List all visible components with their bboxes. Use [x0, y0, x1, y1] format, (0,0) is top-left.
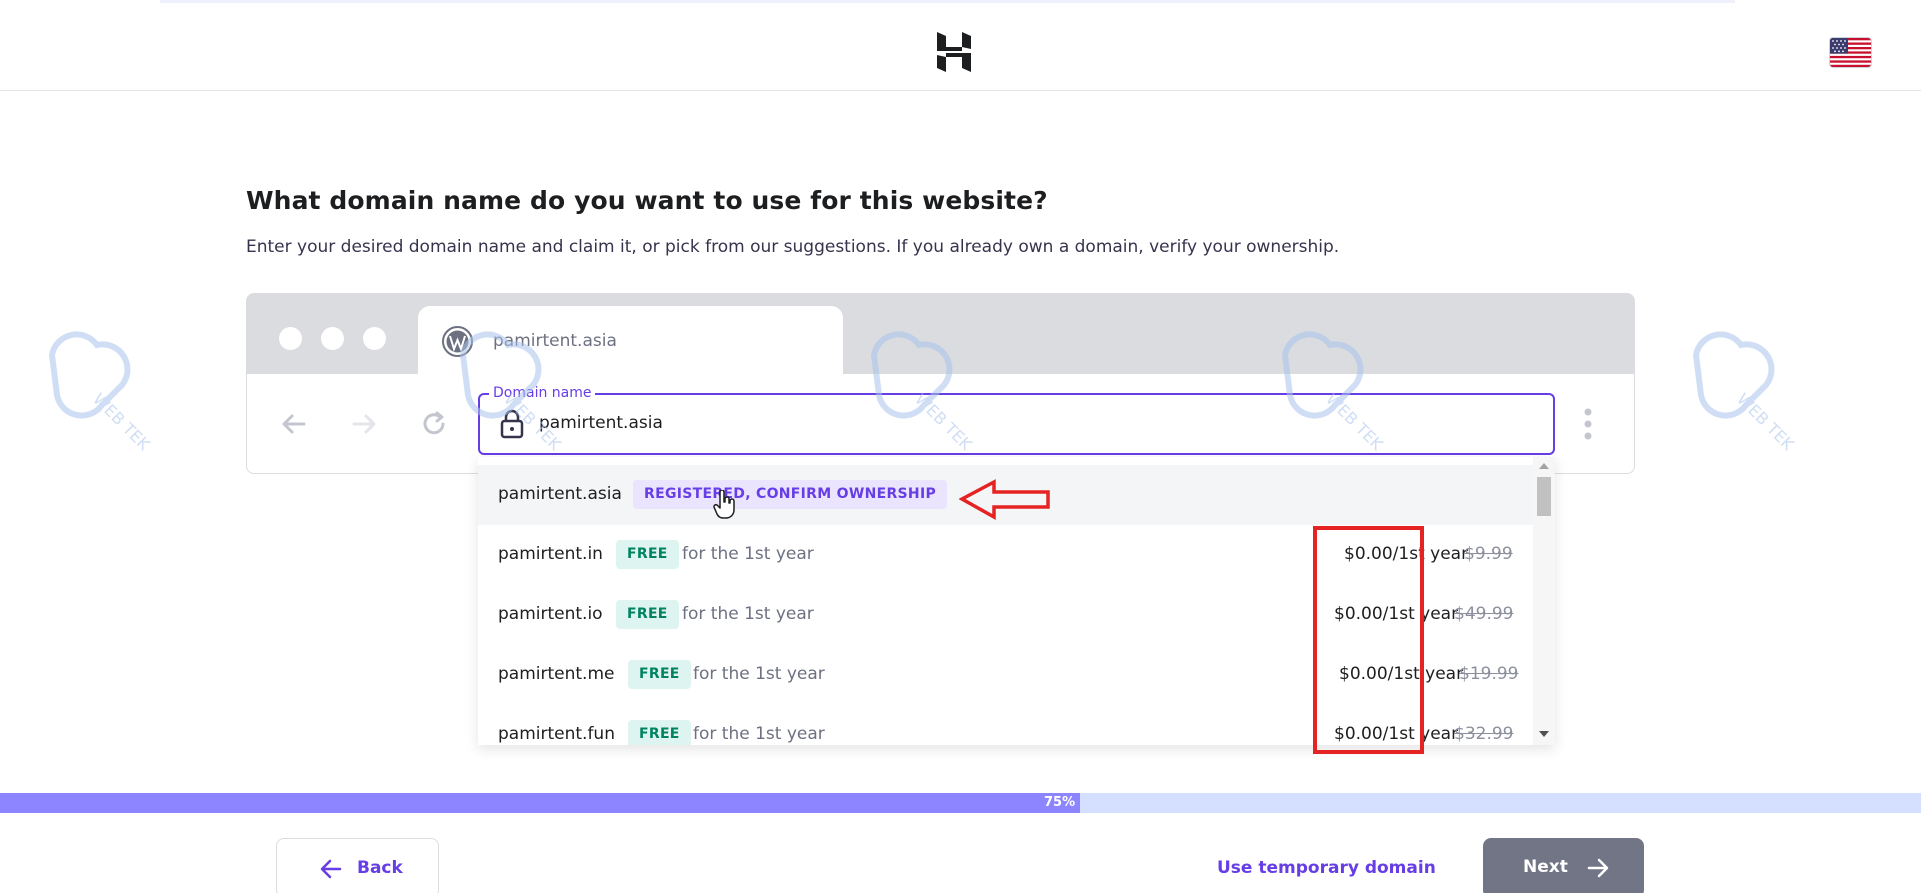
watermark-logo-icon: WEB TEK	[1666, 305, 1816, 455]
dropdown-scrollbar[interactable]	[1533, 457, 1555, 745]
watermark-logo-icon: WEB TEK	[1255, 305, 1405, 455]
suggestion-old-price: $32.99	[1454, 724, 1514, 744]
forward-arrow-icon	[352, 414, 376, 434]
window-dot-icon	[279, 327, 302, 350]
next-button-label: Next	[1523, 857, 1568, 877]
watermark-logo-icon: WEB TEK	[844, 305, 994, 455]
use-temporary-domain-link[interactable]: Use temporary domain	[1217, 858, 1436, 878]
arrow-left-icon	[320, 859, 342, 879]
watermark-logo-icon: WEB TEK	[22, 305, 172, 455]
free-badge: FREE	[628, 660, 691, 689]
hand-cursor-icon	[713, 490, 735, 519]
free-note: for the 1st year	[693, 724, 825, 744]
window-dot-icon	[321, 327, 344, 350]
free-badge: FREE	[616, 540, 679, 569]
price-highlight-box	[1313, 526, 1424, 754]
progress-fill	[0, 793, 1080, 813]
arrow-right-icon	[1587, 858, 1609, 878]
top-header	[0, 10, 1921, 91]
suggestion-old-price: $19.99	[1459, 664, 1519, 684]
watermark-logo-icon: WEB TEK	[433, 305, 583, 455]
page-title: What domain name do you want to use for …	[246, 186, 1048, 215]
watermark-text: WEB TEK	[911, 389, 976, 454]
free-badge: FREE	[616, 600, 679, 629]
page-description: Enter your desired domain name and claim…	[246, 237, 1340, 257]
registered-badge[interactable]: REGISTERED, CONFIRM OWNERSHIP	[633, 480, 948, 509]
suggestion-domain: pamirtent.io	[498, 604, 603, 624]
free-note: for the 1st year	[682, 544, 814, 564]
watermark-text: WEB TEK	[1322, 389, 1387, 454]
window-dot-icon	[363, 327, 386, 350]
suggestion-old-price: $9.99	[1464, 544, 1513, 564]
suggestion-domain: pamirtent.fun	[498, 724, 615, 744]
back-arrow-icon	[282, 414, 306, 434]
next-button[interactable]: Next	[1483, 838, 1644, 893]
suggestion-old-price: $49.99	[1454, 604, 1514, 624]
scroll-up-icon[interactable]	[1539, 463, 1549, 469]
hostinger-logo-icon[interactable]	[937, 32, 971, 72]
suggestion-domain: pamirtent.asia	[498, 484, 622, 504]
kebab-menu-icon	[1584, 408, 1592, 440]
top-strip	[160, 0, 1735, 3]
scroll-down-icon[interactable]	[1539, 731, 1549, 737]
free-note: for the 1st year	[682, 604, 814, 624]
suggestion-domain: pamirtent.me	[498, 664, 615, 684]
red-arrow-annotation-icon	[959, 479, 1050, 520]
back-button-label: Back	[357, 858, 403, 878]
free-badge: FREE	[628, 720, 691, 745]
back-button[interactable]: Back	[276, 838, 439, 893]
watermark-text: WEB TEK	[1733, 389, 1798, 454]
progress-label: 75%	[1044, 795, 1076, 810]
us-flag-icon[interactable]	[1830, 38, 1871, 67]
free-note: for the 1st year	[693, 664, 825, 684]
progress-bar: 75%	[0, 793, 1921, 813]
suggestion-domain: pamirtent.in	[498, 544, 603, 564]
scroll-thumb[interactable]	[1537, 477, 1551, 516]
watermark-text: WEB TEK	[89, 389, 154, 454]
watermark-text: WEB TEK	[500, 389, 565, 454]
